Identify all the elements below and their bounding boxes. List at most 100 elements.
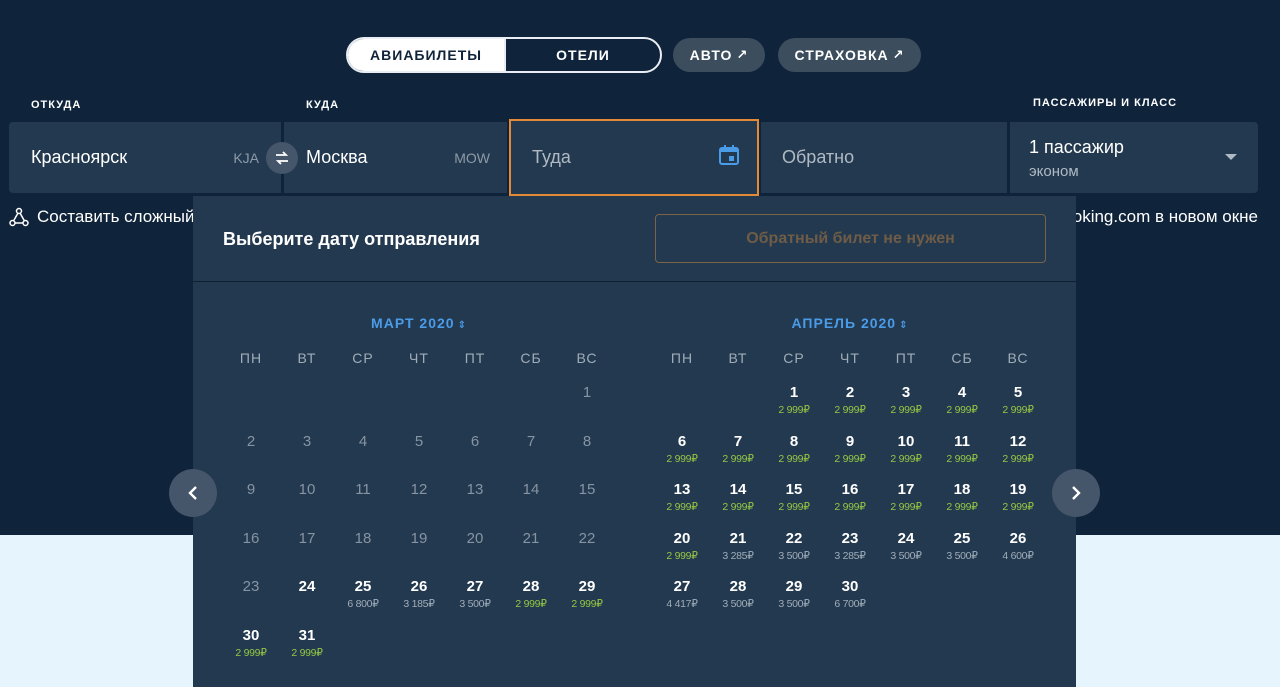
destination-field[interactable]: Москва MOW (284, 122, 507, 193)
calendar-day[interactable]: 28 2 999₽ (503, 578, 559, 627)
day-number: 28 (522, 578, 540, 595)
calendar-day[interactable]: 29 2 999₽ (559, 578, 615, 627)
depart-date-field[interactable]: Туда (509, 119, 759, 196)
tab-insurance[interactable]: СТРАХОВКА ↗ (778, 38, 921, 72)
day-number: 24 (298, 578, 316, 595)
calendar-day[interactable]: 28 3 500₽ (710, 578, 766, 627)
route-icon (9, 207, 29, 227)
month-selector[interactable]: АПРЕЛЬ 2020 ⇕ (654, 315, 1046, 331)
sort-icon: ⇕ (457, 320, 467, 331)
tab-auto[interactable]: АВТО ↗ (673, 38, 765, 72)
calendar-day[interactable]: 29 3 500₽ (766, 578, 822, 627)
calendar-day[interactable]: 24 (279, 578, 335, 627)
weekday-label: СР (783, 350, 805, 366)
no-return-button[interactable]: Обратный билет не нужен (655, 214, 1046, 263)
swap-button[interactable] (266, 142, 298, 174)
empty-cell (710, 384, 766, 433)
weekday-label: ЧТ (409, 350, 429, 366)
day-price: 2 999₽ (1002, 452, 1034, 465)
calendar-day[interactable]: 25 6 800₽ (335, 578, 391, 627)
calendar-day[interactable]: 2 2 999₽ (822, 384, 878, 433)
day-price: 2 999₽ (722, 501, 754, 513)
calendar-day[interactable]: 20 2 999₽ (654, 530, 710, 579)
day-number: 24 (897, 529, 915, 547)
calendar-day[interactable]: 23 3 285₽ (822, 530, 878, 579)
day-price: 2 999₽ (666, 452, 698, 465)
calendar-day[interactable]: 13 2 999₽ (654, 481, 710, 530)
calendar-day[interactable]: 14 2 999₽ (710, 481, 766, 530)
day-number: 8 (789, 432, 799, 450)
calendar-day: 20 (447, 530, 503, 579)
calendar-day[interactable]: 1 2 999₽ (766, 384, 822, 433)
calendar-day[interactable]: 8 2 999₽ (766, 433, 822, 482)
day-price: 6 700₽ (834, 598, 866, 610)
day-price: 6 800₽ (347, 598, 379, 610)
calendar-day: 11 (335, 481, 391, 530)
passengers-field[interactable]: 1 пассажир эконом (1010, 122, 1258, 193)
next-month-button[interactable] (1052, 469, 1100, 517)
cabin-class: эконом (1029, 163, 1079, 180)
month-march: МАРТ 2020 ⇕ ПН ВТ СР ЧТ ПТ СБ ВС 1 2 3 4 5 6 7 8 9 10 11 1… (223, 315, 615, 675)
complex-route-link[interactable]: Составить сложный (9, 207, 195, 227)
calendar-day[interactable]: 21 3 285₽ (710, 530, 766, 579)
calendar-day[interactable]: 27 4 417₽ (654, 578, 710, 627)
day-number: 15 (578, 481, 596, 498)
tab-hotels[interactable]: ОТЕЛИ (504, 39, 660, 71)
calendar-icon (719, 145, 739, 165)
calendar-day[interactable]: 19 2 999₽ (990, 481, 1046, 530)
prev-month-button[interactable] (169, 469, 217, 517)
calendar-day[interactable]: 15 2 999₽ (766, 481, 822, 530)
month-title: МАРТ 2020 (371, 315, 455, 331)
day-price: 2 999₽ (834, 404, 866, 416)
origin-city: Красноярск (31, 147, 128, 167)
complex-route-label: Составить сложный (37, 207, 195, 226)
day-price: 2 999₽ (946, 404, 978, 416)
calendar-day[interactable]: 12 2 999₽ (990, 433, 1046, 482)
calendar-day[interactable]: 7 2 999₽ (710, 433, 766, 482)
weekday-label: ПН (670, 350, 694, 366)
day-number: 2 (246, 432, 256, 450)
calendar-day: 14 (503, 481, 559, 530)
tab-auto-label: АВТО (689, 47, 733, 63)
passengers-label: ПАССАЖИРЫ И КЛАСС (1033, 97, 1178, 109)
calendar-day[interactable]: 30 6 700₽ (822, 578, 878, 627)
day-price: 2 999₽ (722, 452, 754, 465)
calendar-day[interactable]: 18 2 999₽ (934, 481, 990, 530)
empty-cell (335, 384, 391, 433)
calendar-day[interactable]: 24 3 500₽ (878, 530, 934, 579)
day-number: 13 (673, 481, 691, 498)
calendar-day[interactable]: 10 2 999₽ (878, 433, 934, 482)
calendar-day[interactable]: 16 2 999₽ (822, 481, 878, 530)
calendar-day[interactable]: 27 3 500₽ (447, 578, 503, 627)
booking-link[interactable]: Booking.com в новом окне (1076, 207, 1258, 227)
calendar-day[interactable]: 3 2 999₽ (878, 384, 934, 433)
day-number: 16 (242, 529, 260, 547)
calendar-day[interactable]: 11 2 999₽ (934, 433, 990, 482)
calendar-day[interactable]: 4 2 999₽ (934, 384, 990, 433)
weekday-label: ПН (239, 350, 263, 366)
calendar-day[interactable]: 25 3 500₽ (934, 530, 990, 579)
calendar-day[interactable]: 30 2 999₽ (223, 627, 279, 676)
calendar-day: 2 (223, 433, 279, 482)
day-price: 3 500₽ (722, 598, 754, 610)
day-number: 28 (729, 578, 747, 595)
calendar-day: 4 (335, 433, 391, 482)
calendar-day[interactable]: 17 2 999₽ (878, 481, 934, 530)
calendar-day[interactable]: 5 2 999₽ (990, 384, 1046, 433)
tab-flights[interactable]: АВИАБИЛЕТЫ (348, 39, 504, 71)
calendar-day[interactable]: 26 3 185₽ (391, 578, 447, 627)
return-date-field[interactable]: Обратно (761, 122, 1007, 193)
day-price: 2 999₽ (666, 549, 698, 562)
month-selector[interactable]: МАРТ 2020 ⇕ (223, 315, 615, 331)
chevron-down-icon (1225, 154, 1237, 160)
day-grid: 1 2 999₽ 2 2 999₽ 3 2 999₽ 4 2 999₽ 5 2 999₽ 6 2 99… (654, 384, 1046, 627)
calendar-day[interactable]: 6 2 999₽ (654, 433, 710, 482)
calendar-day[interactable]: 26 4 600₽ (990, 530, 1046, 579)
calendar-day: 12 (391, 481, 447, 530)
calendar-day[interactable]: 22 3 500₽ (766, 530, 822, 579)
origin-field[interactable]: Красноярск KJA (9, 122, 281, 193)
calendar-day[interactable]: 9 2 999₽ (822, 433, 878, 482)
calendar-day[interactable]: 31 2 999₽ (279, 627, 335, 676)
day-number: 22 (785, 529, 803, 547)
calendar-day: 13 (447, 481, 503, 530)
